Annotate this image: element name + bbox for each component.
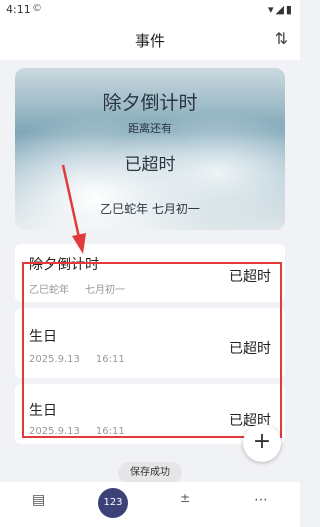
more-icon[interactable]: ⋯ <box>254 492 268 508</box>
bottom-nav: ▤ ± ⋯ <box>0 482 300 527</box>
event-name: 除夕倒计时 <box>29 257 99 273</box>
featured-event-title: 除夕倒计时 <box>102 92 198 114</box>
event-name: 生日 <box>29 329 57 345</box>
event-item[interactable]: 除夕倒计时 乙巳蛇年 七月初一 已超时 <box>15 244 285 302</box>
system-status-icons: ▾◢▮ <box>267 3 294 16</box>
featured-event-status: 已超时 <box>124 155 176 175</box>
counter-tab[interactable]: 123 <box>98 488 128 518</box>
featured-event-subtitle: 距离还有 <box>128 122 172 135</box>
status-bar: 4:11 © ▾◢▮ <box>0 0 300 20</box>
status-time: 4:11 <box>6 3 31 16</box>
page-title: 事件 <box>134 32 165 50</box>
app-bar: 事件 ⇅ <box>0 20 300 60</box>
sort-icon[interactable]: ⇅ <box>275 29 288 48</box>
event-date: 2025.9.13 <box>29 354 80 365</box>
featured-event-card[interactable]: 除夕倒计时 距离还有 已超时 乙巳蛇年 七月初一 <box>15 68 285 230</box>
copyright-icon: © <box>32 3 42 14</box>
event-lunar-day: 七月初一 <box>85 285 125 296</box>
event-meta: 2025.9.13 16:11 <box>29 426 125 437</box>
calculator-icon[interactable]: ± <box>180 491 190 505</box>
event-time: 16:11 <box>95 354 125 365</box>
event-name: 生日 <box>29 403 57 419</box>
event-lunar-year: 乙巳蛇年 <box>29 285 69 296</box>
event-status: 已超时 <box>229 341 271 357</box>
event-status: 已超时 <box>229 269 271 285</box>
calendar-icon[interactable]: ▤ <box>32 492 45 508</box>
toast-message: 保存成功 <box>118 462 182 484</box>
event-item[interactable]: 生日 2025.9.13 16:11 已超时 <box>15 308 285 378</box>
event-meta: 2025.9.13 16:11 <box>29 354 125 365</box>
event-meta: 乙巳蛇年 七月初一 <box>29 281 125 296</box>
event-time: 16:11 <box>95 426 125 437</box>
event-date: 2025.9.13 <box>29 426 80 437</box>
add-event-button[interactable]: + <box>243 424 281 462</box>
featured-event-lunar-date: 乙巳蛇年 七月初一 <box>100 202 200 216</box>
